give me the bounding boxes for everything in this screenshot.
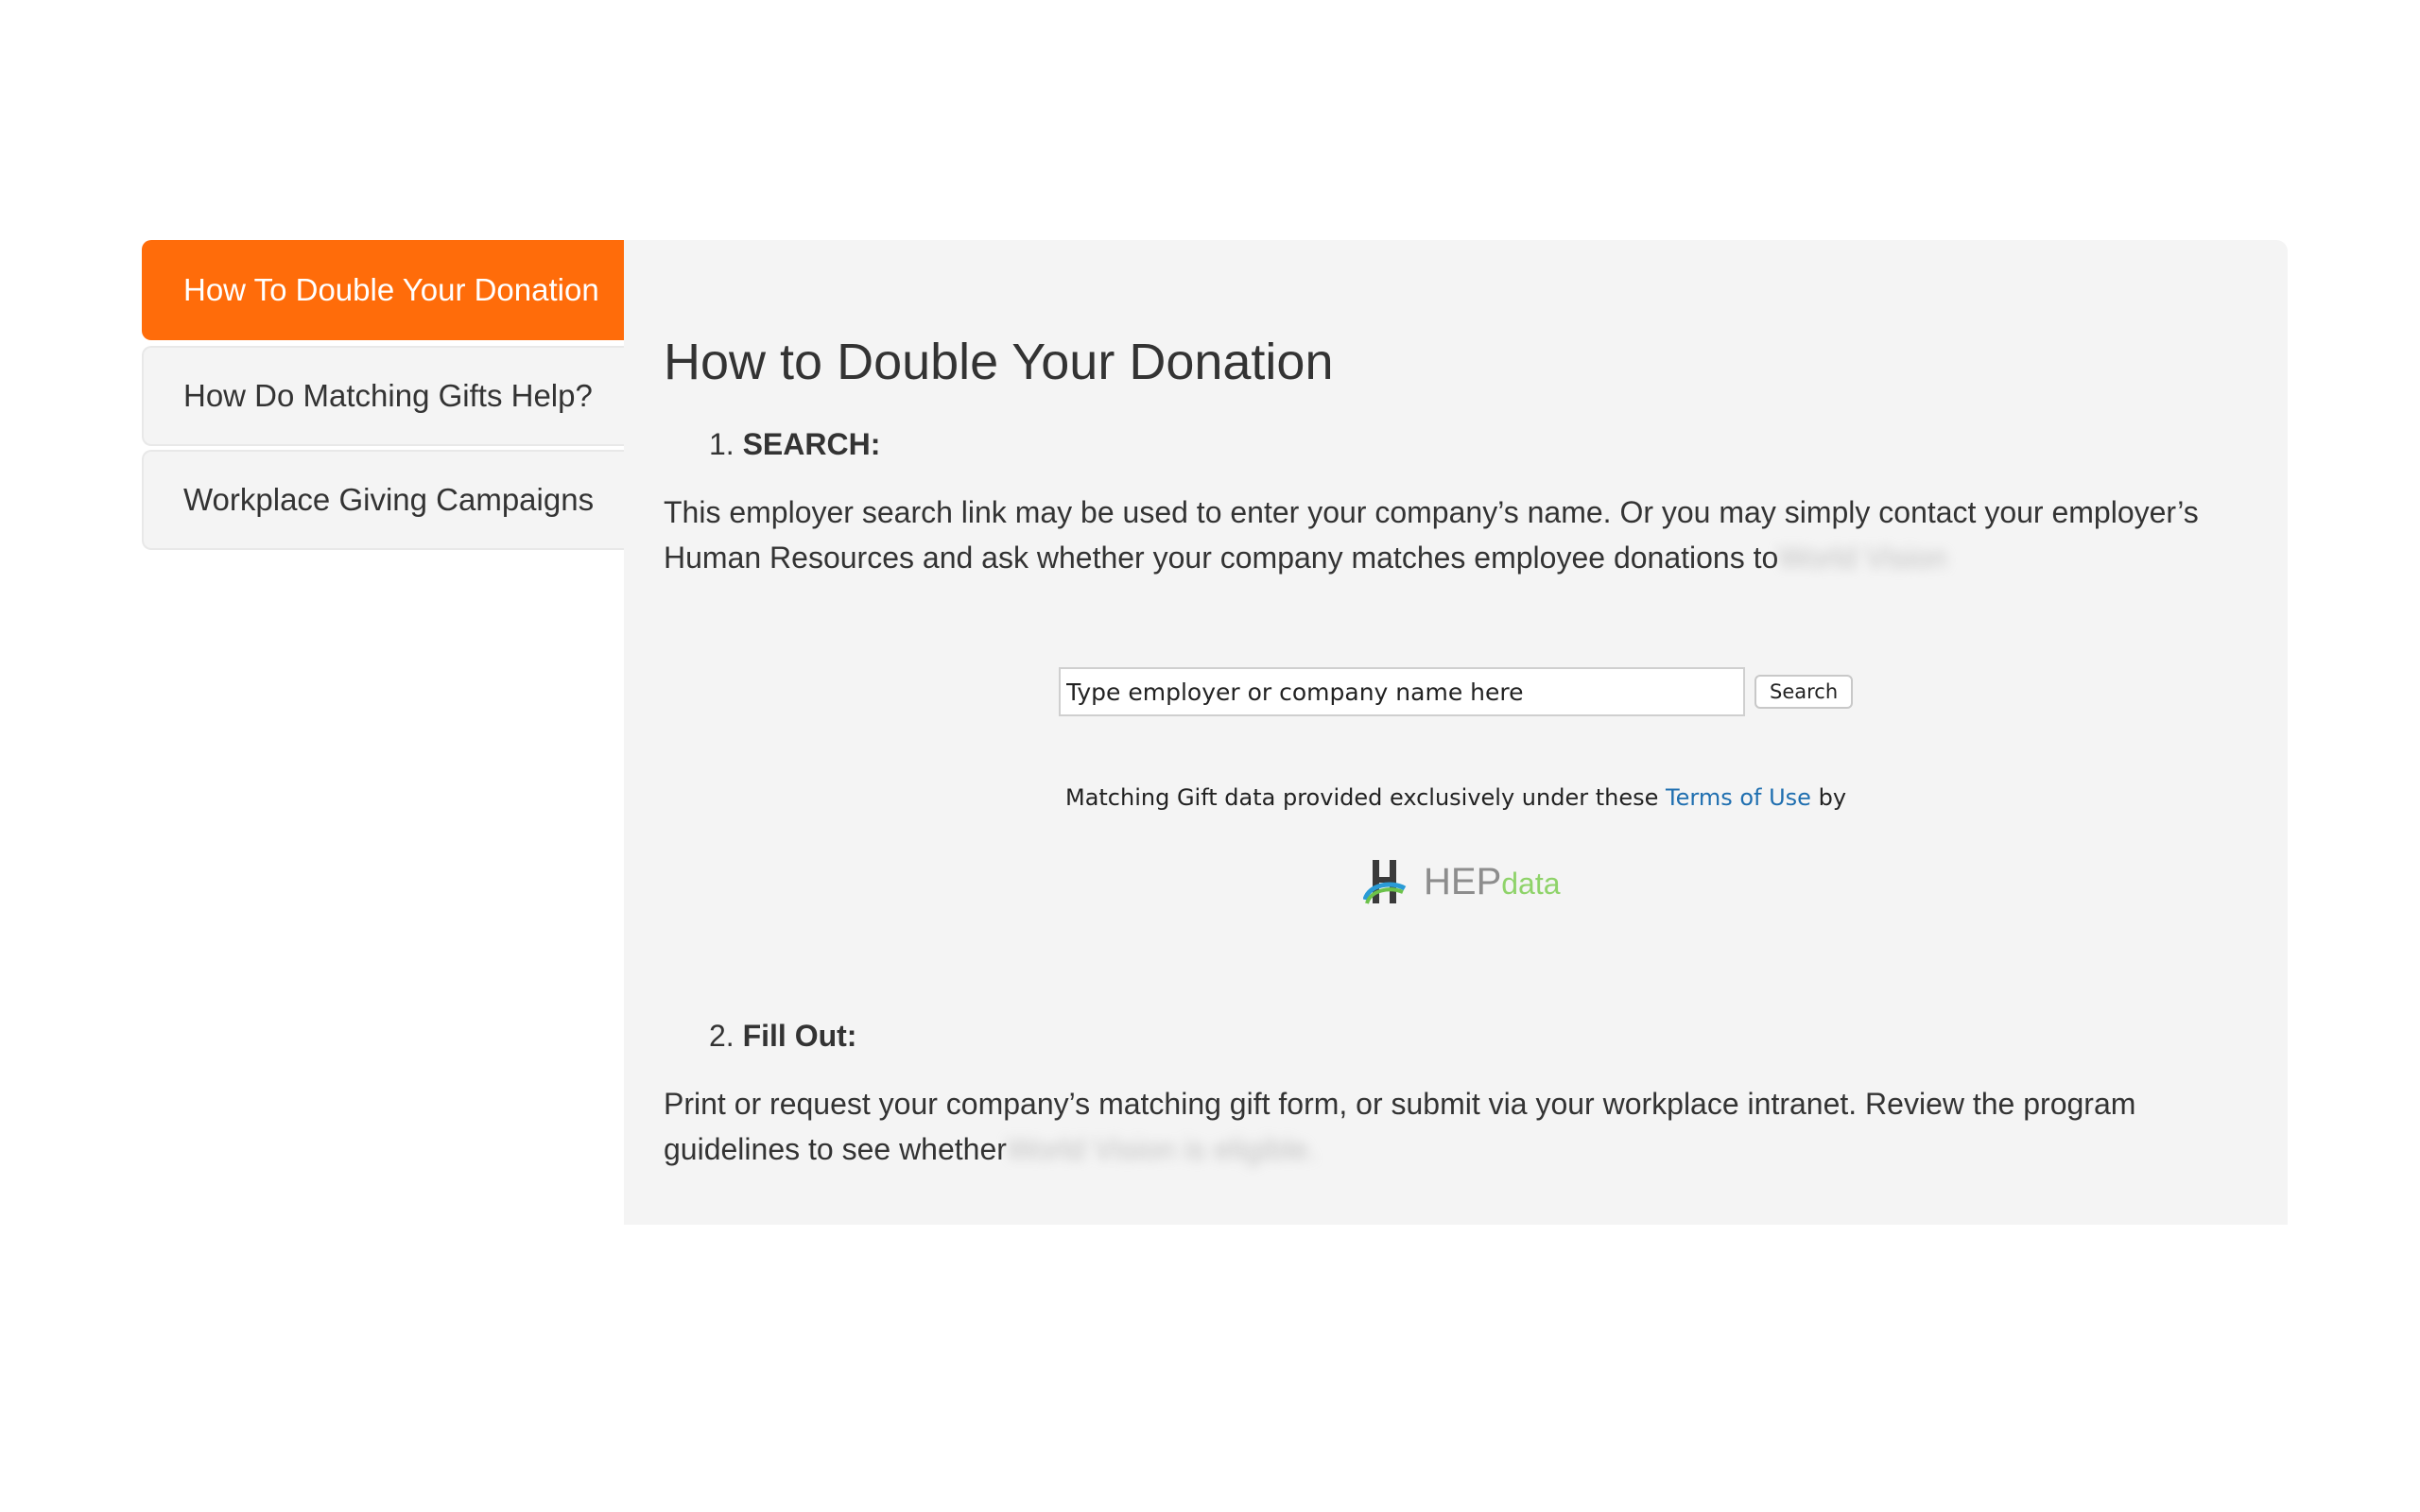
step-search-description: This employer search link may be used to…	[664, 490, 2252, 580]
step-search-heading: 1. SEARCH:	[709, 427, 880, 462]
employer-search-input[interactable]	[1059, 667, 1745, 716]
step-number: 2.	[709, 1019, 735, 1053]
step-label: Fill Out:	[742, 1019, 857, 1053]
tab-label: How Do Matching Gifts Help?	[183, 378, 593, 413]
terms-line: Matching Gift data provided exclusively …	[624, 784, 2288, 811]
page: How To Double Your Donation How Do Match…	[0, 0, 2420, 1512]
content-panel: How to Double Your Donation 1. SEARCH: T…	[624, 240, 2288, 1225]
blurred-organization-name: World Vision	[1778, 541, 1947, 575]
blurred-eligibility-text: World Vision is eligible.	[1006, 1132, 1317, 1166]
tab-how-do-matching-gifts-help[interactable]: How Do Matching Gifts Help?	[142, 346, 626, 446]
tab-how-to-double-your-donation[interactable]: How To Double Your Donation	[142, 240, 626, 340]
terms-prefix: Matching Gift data provided exclusively …	[1064, 784, 1659, 811]
terms-of-use-link[interactable]: Terms of Use	[1666, 784, 1811, 811]
page-title: How to Double Your Donation	[664, 334, 1334, 390]
step-label: SEARCH:	[742, 427, 881, 461]
tab-label: How To Double Your Donation	[183, 272, 599, 307]
search-button[interactable]: Search	[1754, 675, 1854, 709]
tab-label: Workplace Giving Campaigns	[183, 482, 595, 517]
logo-brand: HEP	[1424, 860, 1502, 902]
sidebar-tabs: How To Double Your Donation How Do Match…	[142, 240, 626, 554]
hepdata-logo-wordmark: HEPdata	[1424, 861, 1561, 903]
tab-workplace-giving-campaigns[interactable]: Workplace Giving Campaigns	[142, 450, 626, 550]
hepdata-logo-icon	[1363, 860, 1407, 904]
step-fill-out-description: Print or request your company’s matching…	[664, 1081, 2252, 1172]
terms-suffix: by	[1818, 784, 1847, 811]
logo-suffix: data	[1501, 866, 1561, 901]
employer-search-form: Search	[1059, 667, 1854, 716]
step-search-text: This employer search link may be used to…	[664, 495, 2199, 575]
step-number: 1.	[709, 427, 735, 461]
step-fill-out-heading: 2. Fill Out:	[709, 1019, 856, 1054]
hepdata-logo[interactable]: HEPdata	[1363, 856, 1561, 907]
step-fill-out-text: Print or request your company’s matching…	[664, 1087, 2136, 1166]
